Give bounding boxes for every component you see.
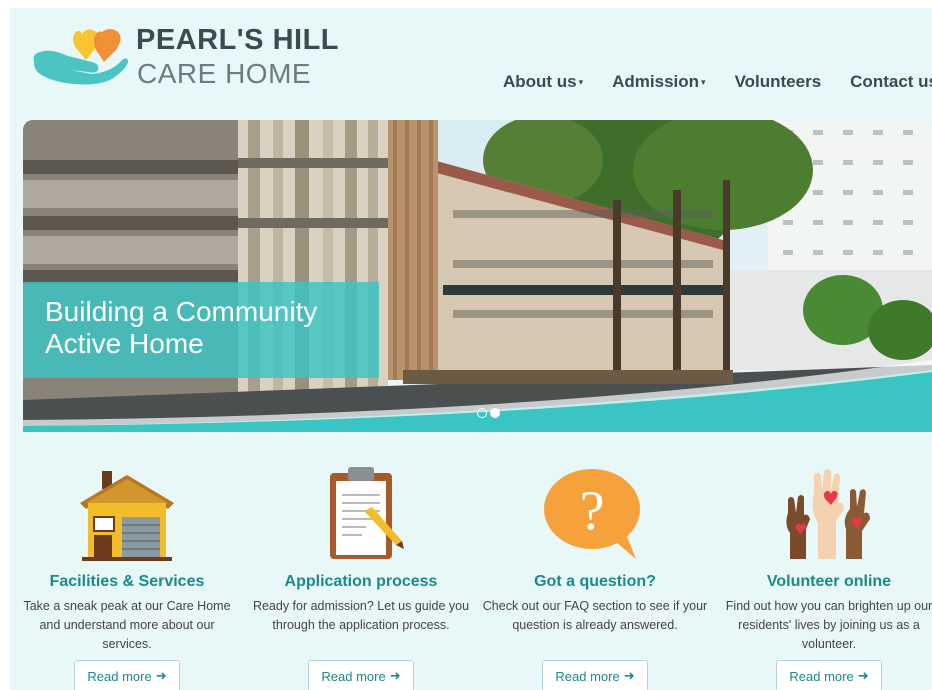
hero-caption-line1: Building a Community xyxy=(45,296,318,327)
feature-title: Volunteer online xyxy=(766,573,892,590)
arrow-right-icon: ➜ xyxy=(857,668,869,683)
header: PEARL'S HILL CARE HOME About us ▾ Admissi… xyxy=(10,8,932,120)
question-bubble-icon: ? xyxy=(544,469,640,559)
page: PEARL'S HILL CARE HOME About us ▾ Admissi… xyxy=(10,8,932,690)
carousel-indicators xyxy=(477,408,503,418)
button-label: Read more xyxy=(555,668,620,684)
nav-label: About us xyxy=(502,72,577,91)
feature-description: Ready for admission? Let us guide you th… xyxy=(252,599,470,632)
feature-title: Facilities & Services xyxy=(49,573,205,590)
carousel-dot-2[interactable] xyxy=(490,408,500,418)
nav-volunteers[interactable]: Volunteers xyxy=(735,72,822,92)
hero-carousel[interactable]: Building a Community Active Home xyxy=(23,120,932,432)
nav-label: Contact us xyxy=(850,72,932,91)
nav-about-us[interactable]: About us ▾ xyxy=(503,72,583,92)
svg-text:?: ? xyxy=(580,480,605,542)
read-more-button[interactable]: Read more ➜ xyxy=(776,660,882,690)
raised-hands-icon xyxy=(786,469,870,559)
hero-caption-line2: Active Home xyxy=(45,328,204,359)
feature-title: Got a question? xyxy=(534,573,656,590)
features-section: Facilities & Services Take a sneak peak … xyxy=(10,463,932,690)
brand-subtitle: CARE HOME xyxy=(137,58,312,89)
hero-caption: Building a Community Active Home xyxy=(23,282,379,378)
read-more-button[interactable]: Read more ➜ xyxy=(74,660,180,690)
chevron-down-icon: ▾ xyxy=(701,77,706,87)
chevron-down-icon: ▾ xyxy=(578,77,584,87)
nav-label: Volunteers xyxy=(734,72,822,91)
main-nav: About us ▾ Admission ▾ Volunteers Contact … xyxy=(474,72,932,92)
button-label: Read more xyxy=(789,668,854,684)
feature-description: Take a sneak peak at our Care Home and u… xyxy=(23,599,231,651)
arrow-right-icon: ➜ xyxy=(389,668,401,683)
button-label: Read more xyxy=(87,668,152,684)
feature-description: Check out our FAQ section to see if your… xyxy=(482,599,708,632)
read-more-button[interactable]: Read more ➜ xyxy=(308,660,414,690)
nav-admission[interactable]: Admission ▾ xyxy=(612,72,705,92)
button-label: Read more xyxy=(321,668,386,684)
logo[interactable]: PEARL'S HILL CARE HOME xyxy=(30,18,339,98)
arrow-right-icon: ➜ xyxy=(155,668,167,683)
feature-description: Find out how you can brighten up our res… xyxy=(725,599,932,651)
carousel-dot-1[interactable] xyxy=(477,408,487,418)
arrow-right-icon: ➜ xyxy=(623,668,635,683)
nav-label: Admission xyxy=(612,72,700,91)
hero-building-image xyxy=(23,120,932,432)
nav-contact-us[interactable]: Contact us xyxy=(850,72,932,92)
brand-name: PEARL'S HILL xyxy=(136,24,340,56)
read-more-button[interactable]: Read more ➜ xyxy=(542,660,648,690)
feature-title: Application process xyxy=(284,573,438,590)
hand-heart-logo-icon xyxy=(33,29,128,85)
house-icon xyxy=(80,471,174,561)
clipboard-icon xyxy=(330,467,404,559)
